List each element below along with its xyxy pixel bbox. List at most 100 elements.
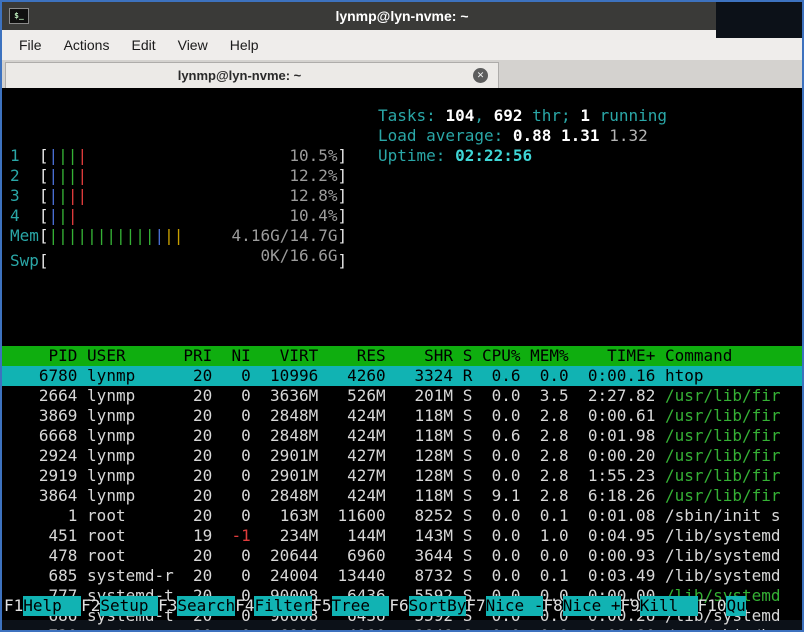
cell-cmd: /usr/lib/fir bbox=[664, 406, 781, 425]
cell-res: 13440 bbox=[337, 566, 386, 585]
meter-close-bracket: ] bbox=[337, 146, 348, 165]
titlebar[interactable]: $_ lynmp@lyn-nvme: ~ bbox=[2, 2, 802, 38]
cell-shr: 8732 bbox=[414, 566, 454, 585]
info-segment: 1.32 bbox=[609, 126, 648, 145]
process-row[interactable]: 2924 lynmp 20 0 2901M 427M 128M S 0.0 2.8 0:00.20 /… bbox=[2, 446, 802, 466]
fn-f7-nice-[interactable]: F7 Nice - bbox=[466, 596, 544, 616]
cell-shr: 1848 bbox=[386, 626, 454, 630]
cell-pri: 20 bbox=[193, 546, 213, 565]
column-header-time[interactable]: TIME+ bbox=[569, 346, 655, 366]
cell-mem: 2.8 bbox=[539, 466, 569, 485]
meter-pipe-segment: | bbox=[48, 166, 59, 185]
process-row[interactable]: 2919 lynmp 20 0 2901M 427M 128M S 0.0 2.8 1:55.23 /… bbox=[2, 466, 802, 486]
cell-res: 11600 bbox=[337, 506, 386, 525]
info-segment: 104 bbox=[445, 106, 475, 125]
meter-open-bracket: [ bbox=[38, 251, 49, 270]
meter-pipe-segment: | bbox=[67, 206, 78, 225]
process-row[interactable]: 478 root 20 0 20644 6960 3644 S 0.0 0.0 0:00.93/li… bbox=[2, 546, 802, 566]
cell-time: 0:03.49 bbox=[587, 566, 656, 585]
cell-shr: 201M bbox=[414, 386, 454, 405]
cell-shr: 8252 bbox=[414, 506, 454, 525]
fn-f3-search[interactable]: F3 Search bbox=[158, 596, 236, 616]
cell-s: S bbox=[462, 426, 473, 445]
cell-pid: 685 bbox=[48, 566, 78, 585]
process-row[interactable]: 685 systemd-r 20 0 24004 13440 8732 S 0.0 0.1 0:03… bbox=[2, 566, 802, 586]
fn-f10-qu[interactable]: F10 Qu bbox=[698, 596, 746, 616]
process-row-selected[interactable]: 6780 lynmp 20 0 10996 4260 3324 R 0.6 0.0 0:00.16 h… bbox=[2, 366, 802, 386]
fn-f1-help[interactable]: F1 Help bbox=[4, 596, 82, 616]
cell-user: root bbox=[77, 626, 173, 630]
meter-open-bracket: [ bbox=[38, 206, 49, 225]
fn-key-label: F3 bbox=[158, 596, 178, 615]
info-segment: 0.88 bbox=[512, 126, 562, 145]
cell-pri: 20 bbox=[193, 446, 213, 465]
column-header-user[interactable]: USER bbox=[77, 346, 173, 366]
fn-key-label: F10 bbox=[697, 596, 727, 615]
column-header-s[interactable]: S bbox=[453, 346, 473, 366]
cell-res: 424M bbox=[347, 426, 386, 445]
terminal-screen[interactable]: 1[|||| 10.5%] 2[|||| 12.2%] 3[|||| 12.8%] 4[||… bbox=[2, 88, 802, 630]
column-header-virt[interactable]: VIRT bbox=[251, 346, 319, 366]
meter-bar: |||| 12.2% bbox=[49, 166, 338, 186]
fn-f6-sortby[interactable]: F6 SortBy bbox=[389, 596, 467, 616]
cell-shr: 118M bbox=[414, 486, 454, 505]
menu-item-edit[interactable]: Edit bbox=[120, 32, 166, 58]
meter-mem: Mem[|||||||||||||| 4.16G/14.7G] bbox=[10, 226, 802, 246]
process-row[interactable]: 451 root 19 -1 234M 144M 143M S 0.0 1.0 0:04.95/li… bbox=[2, 526, 802, 546]
column-header-ni[interactable]: NI bbox=[212, 346, 251, 366]
cell-cpu: 0.0 bbox=[491, 446, 521, 465]
menu-item-file[interactable]: File bbox=[8, 32, 53, 58]
cell-ni: 0 bbox=[241, 506, 251, 525]
cell-virt: 163M bbox=[279, 506, 319, 525]
meter-close-bracket: ] bbox=[337, 226, 348, 245]
process-row[interactable]: 2664 lynmp 20 0 3636M 526M 201M S 0.0 3.5 2:27.82 /… bbox=[2, 386, 802, 406]
column-header-pid[interactable]: PID bbox=[10, 346, 78, 366]
fn-f4-filter[interactable]: F4 Filter bbox=[235, 596, 313, 616]
cell-cpu: 0.0 bbox=[472, 626, 521, 630]
cell-mem: 0.0 bbox=[539, 546, 569, 565]
cell-time: 0:00.93 bbox=[587, 546, 656, 565]
cell-mem: 0.1 bbox=[539, 506, 569, 525]
cell-shr: 143M bbox=[414, 526, 454, 545]
meter-label: 2 bbox=[10, 166, 20, 185]
info-segment: Uptime: bbox=[378, 146, 456, 165]
info-segment: 692 bbox=[493, 106, 523, 125]
info-line-1: Load average: 0.88 1.31 1.32 bbox=[378, 126, 667, 146]
fn-f2-setup[interactable]: F2 Setup bbox=[81, 596, 159, 616]
process-row[interactable]: 6668 lynmp 20 0 2848M 424M 118M S 0.6 2.8 0:01.98 /… bbox=[2, 426, 802, 446]
cell-pid: 478 bbox=[48, 546, 78, 565]
column-header-res[interactable]: RES bbox=[318, 346, 386, 366]
fn-f5-tree[interactable]: F5 Tree bbox=[312, 596, 390, 616]
fn-f8-nice-[interactable]: F8 Nice + bbox=[543, 596, 621, 616]
menu-item-actions[interactable]: Actions bbox=[53, 32, 121, 58]
cell-mem: 0.0 bbox=[539, 366, 569, 385]
column-header-cpu[interactable]: CPU% bbox=[472, 346, 521, 366]
meter-pipes: |||||||||||||| bbox=[49, 226, 184, 246]
cell-user: root bbox=[87, 506, 126, 525]
column-header-shr[interactable]: SHR bbox=[386, 346, 453, 366]
fn-f9-kill[interactable]: F9 Kill bbox=[621, 596, 698, 616]
cell-time: 0:04.95 bbox=[587, 526, 656, 545]
process-row[interactable]: 1 root 20 0 163M 11600 8252 S 0.0 0.1 0:01.08/sbin… bbox=[2, 506, 802, 526]
menu-item-view[interactable]: View bbox=[167, 32, 219, 58]
cell-cmd: /lib/systemd bbox=[664, 526, 781, 545]
process-row[interactable]: 730root200829649801848S0.00.00:02.80/usr… bbox=[2, 626, 802, 630]
process-row[interactable]: 3869 lynmp 20 0 2848M 424M 118M S 0.0 2.8 0:00.61 /… bbox=[2, 406, 802, 426]
meter-bar: |||| 12.8% bbox=[49, 186, 338, 206]
tabbar: lynmp@lyn-nvme: ~ ✕ bbox=[2, 60, 802, 88]
meter-pipe-segment: | bbox=[48, 186, 59, 205]
fn-action-label: Nice + bbox=[562, 596, 621, 616]
info-segment: 02:22:56 bbox=[455, 146, 533, 165]
column-header-mem[interactable]: MEM% bbox=[520, 346, 569, 366]
cell-s: S bbox=[462, 466, 473, 485]
column-header-cmd[interactable]: Command bbox=[655, 346, 802, 366]
meter-close-bracket: ] bbox=[337, 186, 348, 205]
terminal-tab[interactable]: lynmp@lyn-nvme: ~ ✕ bbox=[5, 62, 499, 88]
menu-item-help[interactable]: Help bbox=[219, 32, 270, 58]
column-header-pri[interactable]: PRI bbox=[174, 346, 212, 366]
process-row[interactable]: 3864 lynmp 20 0 2848M 424M 118M S 9.1 2.8 6:18.26 /… bbox=[2, 486, 802, 506]
meter-label: Swp bbox=[10, 251, 39, 270]
tab-close-icon[interactable]: ✕ bbox=[473, 68, 488, 83]
cell-pid: 3864 bbox=[38, 486, 78, 505]
cell-ni: 0 bbox=[241, 426, 251, 445]
